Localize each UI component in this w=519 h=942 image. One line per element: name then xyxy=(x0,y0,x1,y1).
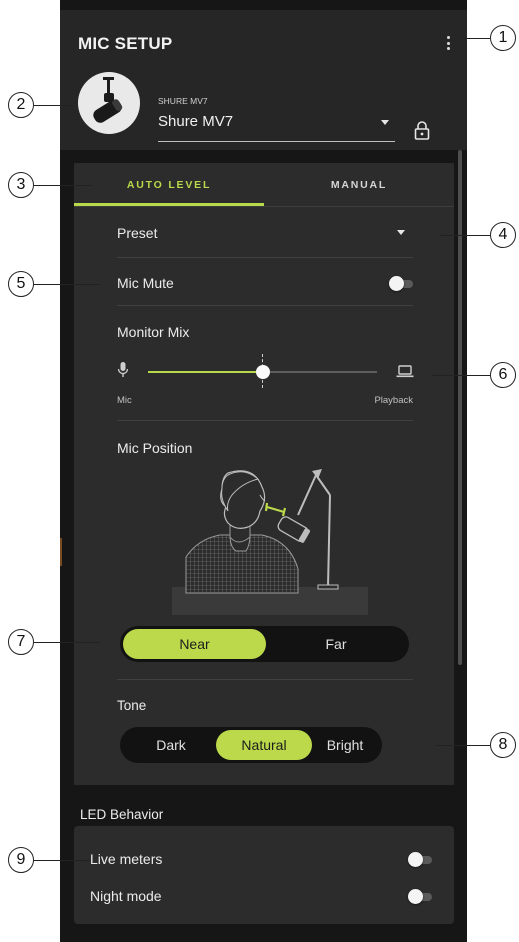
monitor-mix-slider[interactable] xyxy=(148,365,377,379)
toggle-knob xyxy=(408,852,423,867)
mic-mute-toggle[interactable] xyxy=(389,276,413,291)
callout-2: 2 xyxy=(8,92,34,118)
callout-leader xyxy=(34,105,74,106)
app-title: MIC SETUP xyxy=(78,34,173,53)
night-mode-toggle[interactable] xyxy=(408,889,432,904)
monitor-mix-slider-area: Mic Playback xyxy=(117,349,414,409)
tone-dark-button[interactable]: Dark xyxy=(126,730,216,760)
divider xyxy=(117,257,413,258)
led-behavior-card: Live meters Night mode xyxy=(74,826,454,924)
monitor-mix-label: Monitor Mix xyxy=(117,324,190,340)
callout-leader xyxy=(34,860,90,861)
laptop-icon xyxy=(396,365,414,378)
callout-8: 8 xyxy=(490,732,516,758)
auto-level-panel: AUTO LEVEL MANUAL Preset Mic Mute Monito… xyxy=(74,163,454,785)
slider-left-label: Mic xyxy=(117,395,132,406)
night-mode-label: Night mode xyxy=(90,888,162,904)
active-tab-indicator xyxy=(74,203,264,206)
tone-bright-button[interactable]: Bright xyxy=(312,730,378,760)
dropdown-arrow-icon xyxy=(381,120,389,125)
toggle-knob xyxy=(389,276,404,291)
divider xyxy=(117,420,413,421)
tab-bar: AUTO LEVEL MANUAL xyxy=(74,163,454,207)
callout-leader xyxy=(34,185,92,186)
callout-6: 6 xyxy=(490,362,516,388)
led-behavior-title: LED Behavior xyxy=(80,807,164,822)
divider xyxy=(117,679,413,680)
header: MIC SETUP SHURE MV7 Shure MV7 xyxy=(60,10,467,150)
callout-leader xyxy=(462,38,490,39)
toggle-knob xyxy=(408,889,423,904)
mic-setup-app: MIC SETUP SHURE MV7 Shure MV7 AUTO LEVEL… xyxy=(60,0,467,942)
mic-position-selector: Near Far xyxy=(120,626,409,662)
microphone-icon xyxy=(117,362,129,377)
callout-leader xyxy=(440,235,490,236)
far-option-button[interactable]: Far xyxy=(266,629,406,659)
callout-leader xyxy=(34,642,100,643)
tab-auto-level[interactable]: AUTO LEVEL xyxy=(74,163,264,207)
device-select[interactable]: Shure MV7 xyxy=(158,110,395,142)
preset-label: Preset xyxy=(117,225,158,241)
divider xyxy=(117,305,413,306)
callout-3: 3 xyxy=(8,172,34,198)
lock-icon[interactable] xyxy=(414,120,430,140)
tone-selector: Dark Natural Bright xyxy=(120,727,382,763)
callout-7: 7 xyxy=(8,629,34,655)
preset-dropdown[interactable]: Preset xyxy=(117,218,413,248)
mic-avatar xyxy=(78,72,140,134)
callout-5: 5 xyxy=(8,271,34,297)
mic-position-label: Mic Position xyxy=(117,440,193,456)
callout-leader xyxy=(34,284,100,285)
mic-position-illustration xyxy=(172,469,368,615)
slider-thumb[interactable] xyxy=(255,365,270,379)
tone-label: Tone xyxy=(117,698,147,713)
device-caption: SHURE MV7 xyxy=(158,96,208,106)
tab-manual[interactable]: MANUAL xyxy=(264,163,454,207)
left-edge-accent xyxy=(60,538,62,566)
more-options-icon[interactable] xyxy=(442,36,454,54)
callout-1: 1 xyxy=(490,25,516,51)
live-meters-label: Live meters xyxy=(90,851,163,867)
microphone-icon xyxy=(93,77,123,123)
near-option-button[interactable]: Near xyxy=(123,629,266,659)
callout-leader xyxy=(432,375,490,376)
live-meters-toggle[interactable] xyxy=(408,852,432,867)
dropdown-arrow-icon xyxy=(397,230,405,235)
scrollbar[interactable] xyxy=(458,150,462,665)
slider-fill xyxy=(148,371,263,373)
tone-natural-button[interactable]: Natural xyxy=(216,730,312,760)
device-select-value: Shure MV7 xyxy=(158,113,234,130)
callout-leader xyxy=(436,745,490,746)
slider-right-label: Playback xyxy=(374,395,413,406)
mic-mute-label: Mic Mute xyxy=(117,275,174,291)
callout-9: 9 xyxy=(8,847,34,873)
callout-4: 4 xyxy=(490,222,516,248)
